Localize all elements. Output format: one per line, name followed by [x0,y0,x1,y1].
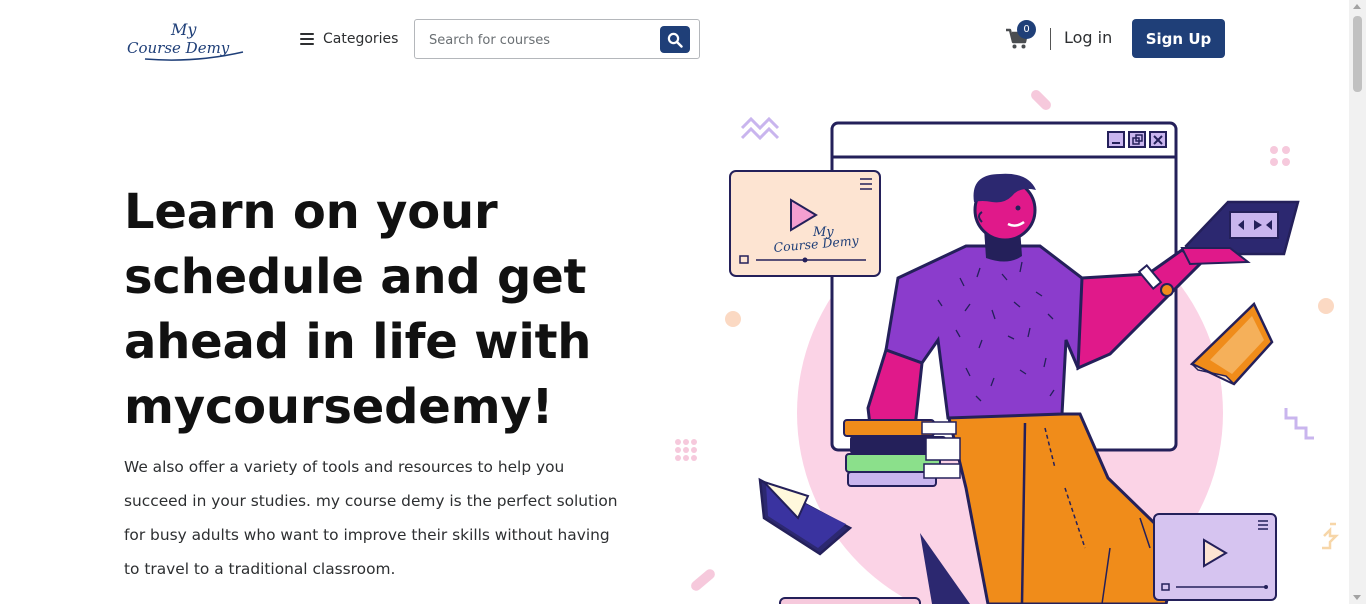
page-scrollbar[interactable] [1349,0,1366,604]
logo-text-name: Course Demy [127,39,230,57]
categories-label: Categories [323,31,399,47]
video-card: My Course Demy [729,170,881,277]
book-stack [843,419,961,487]
login-link[interactable]: Log in [1064,28,1112,47]
search-bar [414,19,700,59]
scroll-down-icon[interactable] [1353,595,1361,600]
hero-description: We also offer a variety of tools and res… [124,458,618,578]
scrollbar-thumb[interactable] [1353,16,1362,92]
categories-menu[interactable]: Categories [300,28,398,50]
media-tablet [1180,200,1300,266]
search-icon [667,32,683,48]
minimize-icon [1107,131,1125,148]
hero-title: Learn on your schedule and get ahead in … [124,184,592,435]
header-divider [1050,28,1051,50]
signup-button[interactable]: Sign Up [1132,19,1225,58]
search-button[interactable] [660,26,690,53]
scroll-up-icon[interactable] [1353,4,1361,9]
logo-graphic: My Course Demy [127,20,244,61]
restore-icon [1128,131,1146,148]
video-card-small [1153,513,1277,601]
site-logo[interactable]: My Course Demy [125,18,249,64]
close-icon [1149,131,1167,148]
hamburger-icon [300,33,314,45]
search-input[interactable] [429,29,659,51]
logo-text-my: My [170,20,197,39]
cart-count-badge: 0 [1017,20,1036,39]
hero-illustration: My Course Demy [670,78,1350,604]
